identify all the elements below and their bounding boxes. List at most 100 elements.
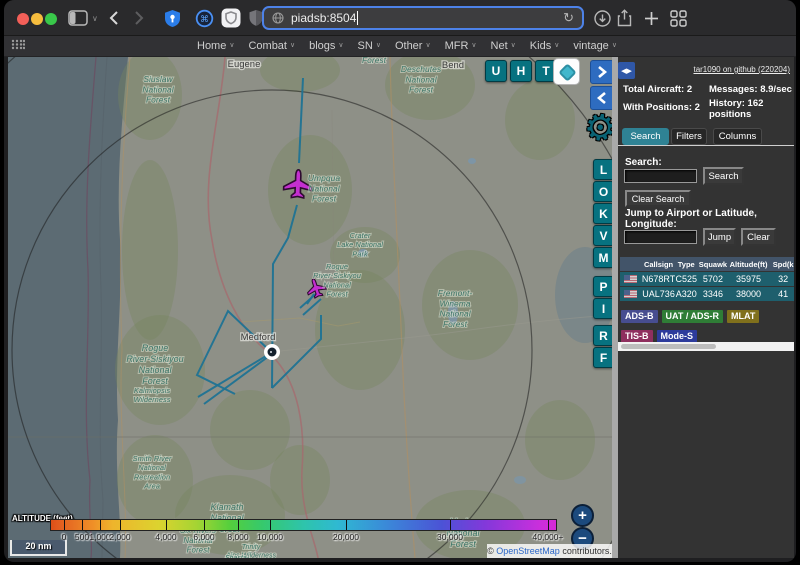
back-icon[interactable] xyxy=(109,0,119,36)
bookmarks-menu: Home ∨ Combat ∨ blogs ∨ SN ∨ Other ∨ MFR ∨ Net ∨ Kids ∨… xyxy=(197,40,617,52)
map-button-i[interactable]: I xyxy=(593,298,612,319)
altitude-cell: 35975 xyxy=(736,274,762,284)
bookmark-item-blogs[interactable]: blogs ∨ xyxy=(309,40,343,52)
jump-button[interactable]: Jump xyxy=(703,228,736,246)
share-icon[interactable] xyxy=(617,0,632,36)
aircraft-table: Callsign Type Squawk Altitude(ft) Spd(k N678R… xyxy=(620,257,794,302)
sidebar-chevron-icon[interactable]: ∨ xyxy=(92,0,98,36)
altitude-tick xyxy=(64,520,65,530)
altitude-tick-label: 8,000 xyxy=(227,532,249,542)
with-positions-stat: With Positions: 2 xyxy=(623,102,700,113)
map-button-m[interactable]: M xyxy=(593,247,612,268)
tab-columns[interactable]: Columns xyxy=(713,128,762,145)
badge-uat-ads-r[interactable]: UAT / ADS-R xyxy=(661,310,723,323)
osm-link[interactable]: OpenStreetMap xyxy=(496,546,560,556)
map-button-u[interactable]: U xyxy=(485,60,507,82)
map-button-r[interactable]: R xyxy=(593,325,612,346)
chevron-left-icon xyxy=(596,92,606,104)
search-button[interactable]: Search xyxy=(703,167,744,185)
column-header[interactable]: Squawk xyxy=(697,257,729,271)
bookmarks-bar: Home ∨ Combat ∨ blogs ∨ SN ∨ Other ∨ MFR ∨ Net ∨ Kids ∨… xyxy=(4,36,796,57)
map-area-label: Shasta- xyxy=(225,555,250,558)
new-tab-icon[interactable] xyxy=(644,0,659,36)
chevron-down-icon: ∨ xyxy=(375,42,381,49)
map-city-label: Medford xyxy=(241,332,276,343)
altitude-tick-label: 2,000 xyxy=(109,532,131,542)
aircraft-row-ual736[interactable]: UAL736 A320 3346 38000 41 xyxy=(620,287,794,301)
layers-button[interactable] xyxy=(553,58,580,85)
minimize-window-button[interactable] xyxy=(31,13,43,25)
map-canvas: Eugene BendMedfordForestDeschutes National… xyxy=(8,57,612,558)
altitude-tick-label: 20,000 xyxy=(333,532,359,542)
expand-panel-button[interactable] xyxy=(590,60,612,84)
column-header[interactable] xyxy=(620,257,642,271)
bookmark-item-other[interactable]: Other ∨ xyxy=(395,40,431,52)
tar1090-github-link[interactable]: tar1090 on github (220204) xyxy=(693,65,790,74)
extension-password-icon[interactable] xyxy=(163,0,182,36)
aircraft-row-n678rt[interactable]: N678RT C525 5702 35975 32 xyxy=(620,272,794,286)
column-header[interactable]: Spd(k xyxy=(768,257,794,271)
bookmark-item-sn[interactable]: SN ∨ xyxy=(358,40,381,52)
reload-icon[interactable]: ↻ xyxy=(563,10,574,26)
altitude-tick xyxy=(450,520,451,530)
jump-input[interactable] xyxy=(624,230,697,244)
search-input[interactable] xyxy=(624,169,697,183)
speed-cell: 32 xyxy=(778,274,789,284)
map-button-k[interactable]: K xyxy=(593,203,612,224)
bookmark-item-combat[interactable]: Combat ∨ xyxy=(248,40,295,52)
extension-shield-light-icon[interactable] xyxy=(221,0,241,36)
badge-mlat[interactable]: MLAT xyxy=(727,310,760,323)
total-aircraft-stat: Total Aircraft: 2 xyxy=(623,84,693,95)
map-area-label: Forest xyxy=(362,57,387,65)
tab-search[interactable]: Search xyxy=(622,128,669,145)
chevron-down-icon: ∨ xyxy=(229,42,235,49)
type-cell: C525 xyxy=(675,274,697,284)
jump-label-line2: Longitude: xyxy=(625,219,677,230)
clear-button[interactable]: Clear xyxy=(741,228,776,246)
map-button-p[interactable]: P xyxy=(593,276,612,297)
downloads-icon[interactable] xyxy=(594,0,611,36)
altitude-tick-label: 6,000 xyxy=(193,532,215,542)
map-button-h[interactable]: H xyxy=(510,60,532,82)
panel-horizontal-scrollbar[interactable] xyxy=(618,342,794,351)
sidebar-toggle-icon[interactable] xyxy=(68,0,88,36)
us-flag-icon xyxy=(624,275,638,283)
map[interactable]: Eugene Bend Medford Forest Deschutes National… xyxy=(8,57,612,558)
chevron-down-icon: ∨ xyxy=(290,42,296,49)
column-header[interactable]: Type xyxy=(675,257,697,271)
squawk-cell: 5702 xyxy=(702,274,723,284)
url-bar[interactable]: piadsb:8504 ↻ xyxy=(262,6,584,30)
speed-cell: 41 xyxy=(778,289,789,299)
bookmarks-grid-icon[interactable] xyxy=(11,37,26,55)
altitude-color-scale xyxy=(50,519,557,531)
badge-ads-b[interactable]: ADS-B xyxy=(621,310,658,323)
forward-icon[interactable] xyxy=(134,0,144,36)
url-text[interactable]: piadsb:8504 xyxy=(291,11,356,25)
tab-overview-icon[interactable] xyxy=(670,0,687,36)
altitude-tick-label: 4,000 xyxy=(155,532,177,542)
map-button-f[interactable]: F xyxy=(593,347,612,368)
map-button-v[interactable]: V xyxy=(593,225,612,246)
chevron-down-icon: ∨ xyxy=(611,42,617,49)
tab-filters[interactable]: Filters xyxy=(671,128,707,145)
column-header[interactable]: Callsign xyxy=(642,257,676,271)
scrollbar-thumb[interactable] xyxy=(621,344,716,349)
maximize-window-button[interactable] xyxy=(45,13,57,25)
bookmark-item-vintage[interactable]: vintage ∨ xyxy=(573,40,617,52)
close-window-button[interactable] xyxy=(17,13,29,25)
zoom-in-button[interactable]: + xyxy=(571,504,594,527)
bookmark-item-mfr[interactable]: MFR ∨ xyxy=(445,40,477,52)
map-button-l[interactable]: L xyxy=(593,159,612,180)
extension-blocker-icon[interactable]: ⌘ xyxy=(195,0,214,36)
panel-toggle-button[interactable]: ◀▶ xyxy=(618,62,635,79)
bookmark-item-home[interactable]: Home ∨ xyxy=(197,40,234,52)
altitude-tick xyxy=(166,520,167,530)
bookmark-item-kids[interactable]: Kids ∨ xyxy=(530,40,560,52)
bookmark-item-net[interactable]: Net ∨ xyxy=(491,40,516,52)
altitude-tick-label: 1,000 xyxy=(89,532,111,542)
clear-search-button[interactable]: Clear Search xyxy=(625,190,691,207)
chevron-down-icon: ∨ xyxy=(425,42,431,49)
map-button-o[interactable]: O xyxy=(593,181,612,202)
column-header[interactable]: Altitude(ft) xyxy=(729,257,769,271)
chevron-down-icon: ∨ xyxy=(471,42,477,49)
